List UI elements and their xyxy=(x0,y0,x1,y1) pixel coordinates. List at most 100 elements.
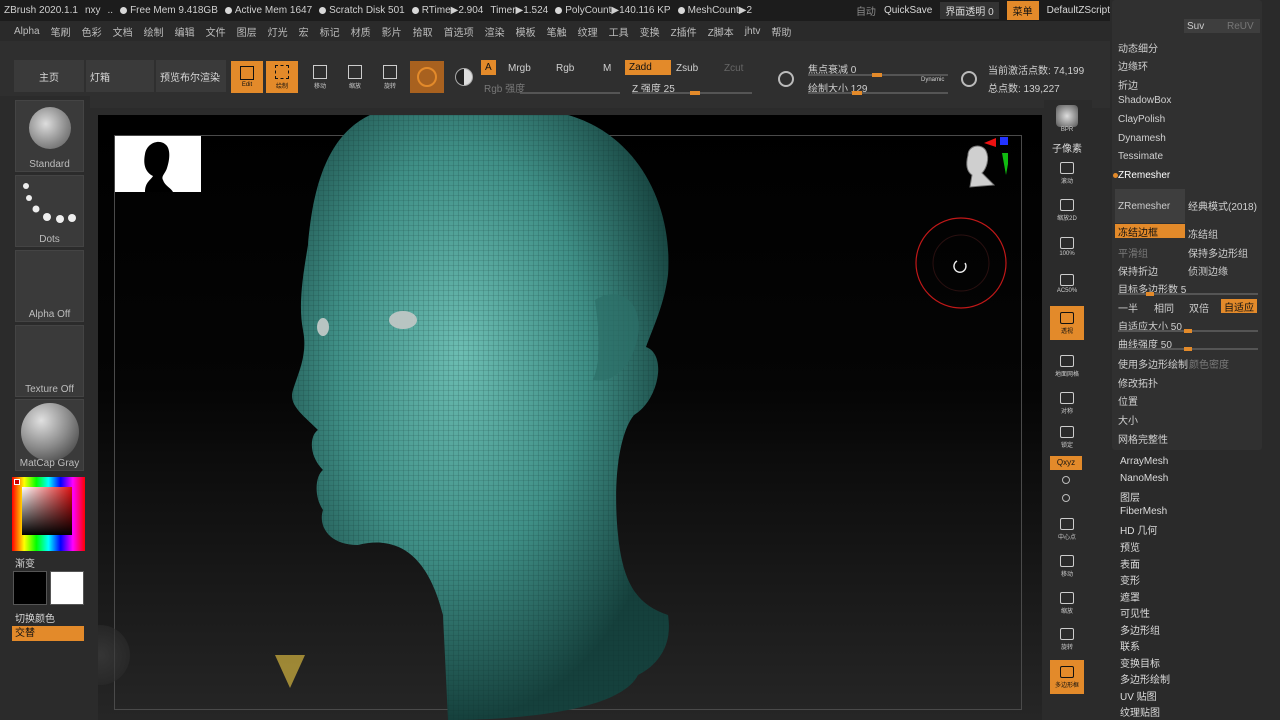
color-density-slider[interactable]: 颜色密度 xyxy=(1189,356,1229,371)
claypolish-item[interactable]: ClayPolish xyxy=(1118,114,1165,125)
orientation-head-icon[interactable] xyxy=(948,135,1008,195)
xyz-button[interactable]: Qxyz xyxy=(1050,456,1082,470)
freeze-groups-toggle[interactable]: 冻结组 xyxy=(1188,226,1218,241)
focal-icon-button[interactable] xyxy=(772,63,800,95)
arraymesh-item[interactable]: ArrayMesh xyxy=(1120,456,1168,467)
focal-shift-knob[interactable] xyxy=(872,73,882,77)
m-toggle[interactable]: M xyxy=(599,61,615,76)
nanomesh-item[interactable]: NanoMesh xyxy=(1120,473,1168,484)
actual-size-button[interactable]: 100% xyxy=(1050,230,1084,264)
surface-item[interactable]: 表面 xyxy=(1120,556,1140,571)
rotate-view-button[interactable]: 旋转 xyxy=(1050,622,1084,656)
brush-thumbnail[interactable]: Standard xyxy=(15,100,84,172)
z-intensity-knob[interactable] xyxy=(690,91,700,95)
texture-map-item[interactable]: 纹理贴图 xyxy=(1120,704,1160,719)
zoom2d-button[interactable]: 缩放2D xyxy=(1050,193,1084,227)
zsub-toggle[interactable]: Zsub xyxy=(672,61,702,76)
scroll-button[interactable]: 滚动 xyxy=(1050,156,1084,190)
suv-button[interactable]: Suv xyxy=(1184,19,1224,33)
dynamic-toggle[interactable]: Dynamic xyxy=(921,77,944,83)
same-button[interactable]: 相同 xyxy=(1154,300,1174,315)
adaptive-toggle[interactable]: 自适应 xyxy=(1221,299,1257,314)
target-poly-slider[interactable] xyxy=(1118,292,1258,296)
visibility-item[interactable]: 可见性 xyxy=(1120,605,1150,620)
color-sphere-button[interactable] xyxy=(450,61,478,93)
zremesher-button[interactable]: ZRemesher xyxy=(1115,189,1185,223)
adaptive-size-knob[interactable] xyxy=(1184,329,1192,333)
menu-movie[interactable]: 影片 xyxy=(382,24,402,39)
lock-button[interactable]: 锁定 xyxy=(1050,420,1084,454)
menu-alpha[interactable]: Alpha xyxy=(14,26,40,37)
points-icon-button[interactable] xyxy=(955,63,983,95)
legacy-mode-toggle[interactable]: 经典模式(2018) xyxy=(1188,198,1257,213)
rotate-z-icon[interactable] xyxy=(1062,494,1070,502)
shadowbox-item[interactable]: ShadowBox xyxy=(1118,95,1171,106)
menu-color[interactable]: 色彩 xyxy=(82,24,102,39)
freeze-border-toggle[interactable]: 冻结边框 xyxy=(1115,224,1185,239)
keep-groups-toggle[interactable]: 保持多边形组 xyxy=(1188,245,1248,260)
deformation-item[interactable]: 变形 xyxy=(1120,572,1140,587)
menu-macro[interactable]: 宏 xyxy=(299,24,309,39)
menu-zplugin[interactable]: Z插件 xyxy=(671,24,697,39)
dynamic-subdiv-item[interactable]: 动态细分 xyxy=(1118,40,1158,55)
rgb-toggle[interactable]: Rgb xyxy=(552,61,578,76)
detect-edges-toggle[interactable]: 侦测边缘 xyxy=(1188,263,1228,278)
color-square[interactable] xyxy=(22,487,72,535)
menu-preferences[interactable]: 首选项 xyxy=(444,24,474,39)
position-item[interactable]: 位置 xyxy=(1118,393,1138,408)
half-button[interactable]: 一半 xyxy=(1118,300,1138,315)
canvas-viewport[interactable] xyxy=(98,115,1042,720)
menu-render[interactable]: 渲染 xyxy=(485,24,505,39)
material-thumbnail[interactable]: MatCap Gray xyxy=(15,399,84,471)
draw-size-knob[interactable] xyxy=(852,91,862,95)
lightbox-button[interactable]: 灯箱 xyxy=(86,60,154,92)
menu-light[interactable]: 灯光 xyxy=(268,24,288,39)
move-button[interactable]: 移动 xyxy=(306,61,334,93)
contact-item[interactable]: 联系 xyxy=(1120,638,1140,653)
fibermesh-item[interactable]: FiberMesh xyxy=(1120,506,1167,517)
focal-shift-slider[interactable] xyxy=(808,73,948,77)
polygroups-item[interactable]: 多边形组 xyxy=(1120,622,1160,637)
morph-target-item[interactable]: 变换目标 xyxy=(1120,655,1160,670)
zcut-toggle[interactable]: Zcut xyxy=(720,61,747,76)
menu-stencil[interactable]: 模板 xyxy=(516,24,536,39)
menu-marker[interactable]: 标记 xyxy=(320,24,340,39)
switch-color-button[interactable]: 切换颜色 xyxy=(15,610,55,625)
edit-button[interactable]: Edit xyxy=(231,61,263,93)
mrgb-toggle[interactable]: Mrgb xyxy=(504,61,535,76)
masking-item[interactable]: 遮罩 xyxy=(1120,589,1140,604)
scale-button[interactable]: 缩放 xyxy=(341,61,369,93)
menu-help[interactable]: 帮助 xyxy=(771,24,791,39)
modify-topology-item[interactable]: 修改拓扑 xyxy=(1118,375,1158,390)
smooth-groups-slider[interactable]: 平滑组 xyxy=(1118,245,1148,260)
bpr-preview-button[interactable]: 预览布尔渲染 xyxy=(156,60,226,92)
secondary-color-swatch[interactable] xyxy=(50,571,84,605)
scale-view-button[interactable]: 缩放 xyxy=(1050,586,1084,620)
menu-edit[interactable]: 编辑 xyxy=(175,24,195,39)
draw-size-slider[interactable] xyxy=(808,91,948,95)
z-intensity-slider[interactable] xyxy=(632,91,752,95)
menu-tool[interactable]: 工具 xyxy=(609,24,629,39)
rotate-button[interactable]: 旋转 xyxy=(376,61,404,93)
crease-item[interactable]: 折边 xyxy=(1118,77,1138,92)
menu-jhtv[interactable]: jhtv xyxy=(745,26,761,37)
floor-grid-button[interactable]: 地面网格 xyxy=(1050,349,1084,383)
menu-material[interactable]: 材质 xyxy=(351,24,371,39)
stroke-thumbnail[interactable]: Dots xyxy=(15,175,84,247)
menu-picker[interactable]: 拾取 xyxy=(413,24,433,39)
zremesher-header[interactable]: ZRemesher xyxy=(1118,170,1170,181)
menu-document[interactable]: 文档 xyxy=(113,24,133,39)
alpha-thumbnail[interactable]: Alpha Off xyxy=(15,250,84,322)
rgb-intensity-slider[interactable] xyxy=(520,92,620,94)
menu-brush[interactable]: 笔刷 xyxy=(51,24,71,39)
curve-strength-slider[interactable] xyxy=(1118,347,1258,351)
menu-draw[interactable]: 绘制 xyxy=(144,24,164,39)
mesh-integrity-item[interactable]: 网格完整性 xyxy=(1118,431,1168,446)
menu-stroke[interactable]: 笔触 xyxy=(547,24,567,39)
material-sphere-button[interactable] xyxy=(410,61,444,93)
polyframe-button[interactable]: 多边形框 xyxy=(1050,660,1084,694)
center-pivot-button[interactable]: 中心点 xyxy=(1050,512,1084,546)
curve-strength-knob[interactable] xyxy=(1184,347,1192,351)
color-picker[interactable] xyxy=(12,477,85,551)
polypaint-item[interactable]: 多边形绘制 xyxy=(1120,671,1170,686)
